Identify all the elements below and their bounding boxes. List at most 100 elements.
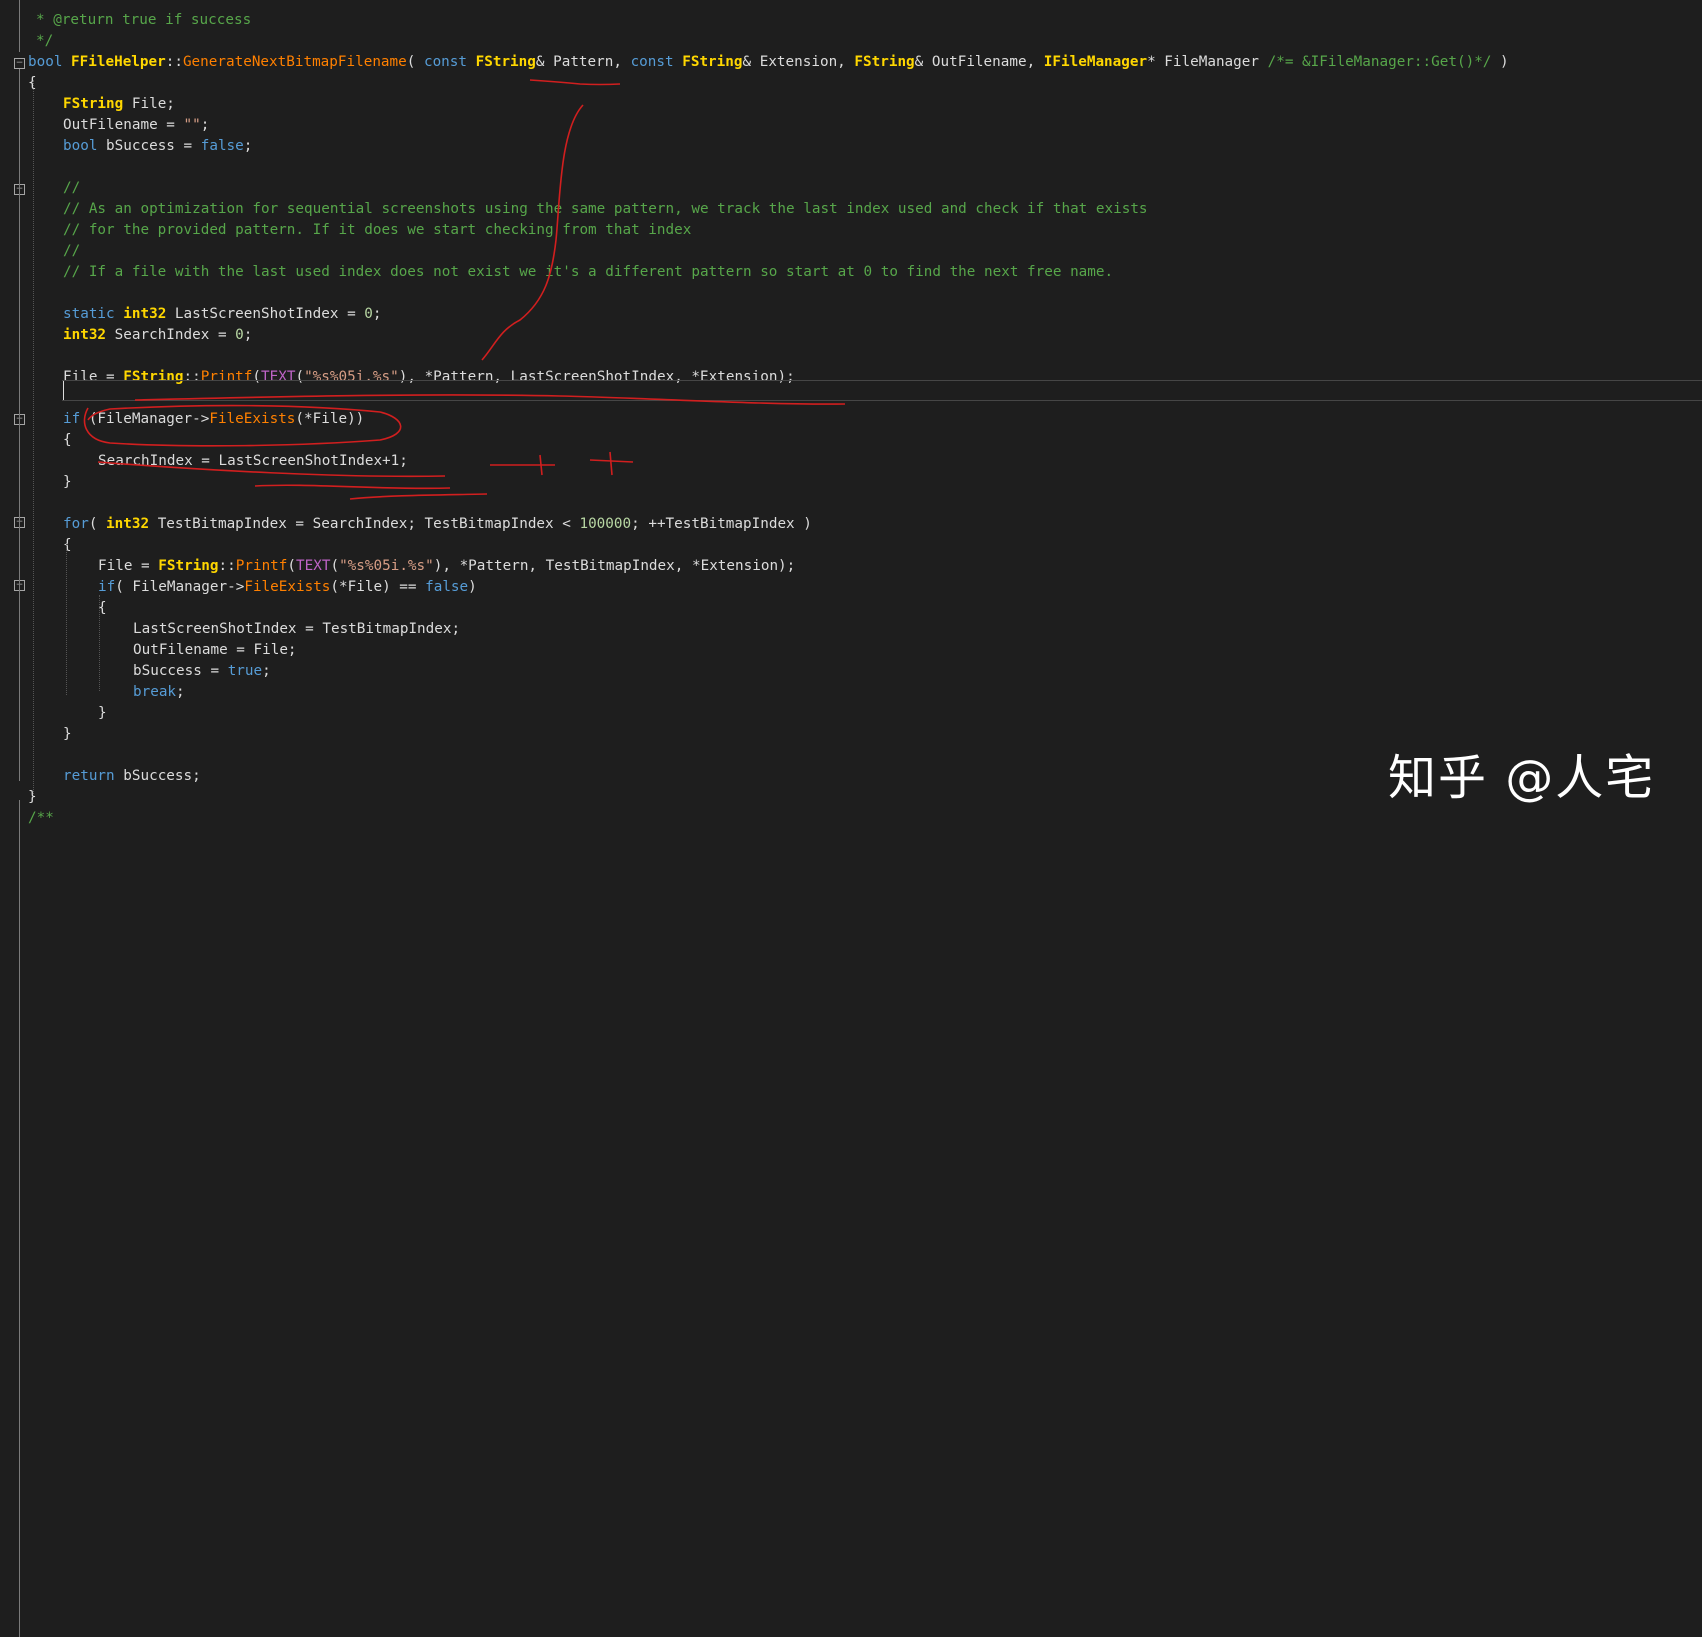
code-token: int32 bbox=[106, 516, 158, 532]
code-token: SearchIndex = bbox=[114, 327, 236, 343]
code-line[interactable]: * @return true if success bbox=[36, 10, 251, 31]
code-token: const bbox=[423, 54, 476, 70]
code-token: // If a file with the last used index do… bbox=[63, 264, 1114, 280]
code-token: IFileManager bbox=[1043, 54, 1148, 70]
code-line[interactable]: break; bbox=[133, 682, 185, 703]
code-token: false bbox=[200, 138, 244, 154]
code-token: (*File) == bbox=[330, 579, 426, 595]
code-token: if bbox=[98, 579, 116, 595]
code-line[interactable]: File = FString::Printf(TEXT("%s%05i.%s")… bbox=[63, 367, 795, 388]
code-token: ( FileManager-> bbox=[115, 579, 245, 595]
fold-gutter-line bbox=[19, 69, 20, 781]
code-token: { bbox=[63, 537, 72, 553]
code-token: true bbox=[227, 663, 263, 679]
code-line[interactable]: SearchIndex = LastScreenShotIndex+1; bbox=[98, 451, 408, 472]
code-token: // for the provided pattern. If it does … bbox=[63, 222, 692, 238]
code-token: TestBitmapIndex = SearchIndex; TestBitma… bbox=[157, 516, 580, 532]
code-editor[interactable]: * @return true if success */ bool FFileHel… bbox=[0, 0, 1702, 1637]
code-token: ; bbox=[176, 684, 185, 700]
code-line[interactable]: static int32 LastScreenShotIndex = 0; bbox=[63, 304, 382, 325]
indent-guide bbox=[99, 595, 100, 691]
indent-guide bbox=[33, 80, 34, 796]
code-line[interactable]: FString File; bbox=[63, 94, 175, 115]
code-line[interactable]: /** bbox=[28, 808, 54, 829]
code-token: for bbox=[63, 516, 89, 532]
code-line[interactable]: int32 SearchIndex = 0; bbox=[63, 325, 252, 346]
code-line[interactable]: // for the provided pattern. If it does … bbox=[63, 220, 691, 241]
code-token: OutFilename = bbox=[63, 117, 184, 133]
code-token: // bbox=[63, 243, 81, 259]
code-token: /** bbox=[28, 810, 54, 826]
code-line[interactable]: File = FString::Printf(TEXT("%s%05i.%s")… bbox=[98, 556, 795, 577]
code-token: "%s%05i.%s" bbox=[339, 558, 434, 574]
indent-guide bbox=[66, 540, 67, 695]
code-token: Printf bbox=[200, 369, 253, 385]
code-token: bSuccess = bbox=[133, 663, 228, 679]
code-line[interactable]: bSuccess = true; bbox=[133, 661, 271, 682]
code-line[interactable]: // bbox=[63, 241, 80, 262]
code-token: bool bbox=[63, 138, 107, 154]
code-token: } bbox=[63, 474, 72, 490]
code-token: ), *Pattern, LastScreenShotIndex, *Exten… bbox=[398, 369, 795, 385]
code-line[interactable]: { bbox=[63, 535, 72, 556]
code-token: ( bbox=[406, 54, 424, 70]
code-line[interactable]: // bbox=[63, 178, 80, 199]
code-line[interactable]: } bbox=[98, 703, 107, 724]
code-line[interactable]: // If a file with the last used index do… bbox=[63, 262, 1113, 283]
code-token: * FileManager bbox=[1147, 54, 1268, 70]
code-line[interactable]: bool bSuccess = false; bbox=[63, 136, 252, 157]
code-token: TEXT bbox=[296, 558, 331, 574]
fold-gutter-line bbox=[19, 0, 20, 52]
code-token: ; bbox=[372, 306, 382, 322]
watermark: 知乎 @人宅 bbox=[1388, 750, 1656, 806]
annotation-plus-1-v bbox=[539, 454, 543, 476]
code-line[interactable]: if (FileManager->FileExists(*File)) bbox=[63, 409, 364, 430]
code-token: FileExists bbox=[244, 579, 331, 595]
collapse-region-icon[interactable]: − bbox=[14, 58, 25, 69]
annotation-underline-fstring bbox=[529, 79, 621, 86]
code-line[interactable]: LastScreenShotIndex = TestBitmapIndex; bbox=[133, 619, 460, 640]
code-token: & Pattern, bbox=[535, 54, 631, 70]
code-token: // bbox=[63, 180, 81, 196]
code-token: const bbox=[630, 54, 683, 70]
code-token: FFileHelper bbox=[71, 54, 166, 70]
code-token: FileExists bbox=[209, 411, 296, 427]
code-token: ( bbox=[252, 369, 262, 385]
code-token: ) bbox=[1491, 54, 1509, 70]
code-line[interactable]: OutFilename = File; bbox=[133, 640, 297, 661]
code-token: /*= &IFileManager::Get()*/ bbox=[1267, 54, 1492, 70]
annotation-plus-2-h bbox=[589, 459, 634, 463]
code-line[interactable]: */ bbox=[36, 31, 53, 52]
code-token: bSuccess; bbox=[123, 768, 201, 784]
code-token: (*File)) bbox=[295, 411, 365, 427]
annotation-underline-searchindex-2 bbox=[254, 484, 451, 490]
code-token: GenerateNextBitmapFilename bbox=[182, 54, 407, 70]
code-token: OutFilename = File; bbox=[133, 642, 297, 658]
code-token: FString bbox=[854, 54, 915, 70]
code-line[interactable]: bool FFileHelper::GenerateNextBitmapFile… bbox=[28, 52, 1509, 73]
code-token: FString bbox=[123, 369, 184, 385]
code-token: ( bbox=[88, 516, 107, 532]
code-token: "" bbox=[183, 117, 201, 133]
code-token: File; bbox=[123, 96, 175, 112]
code-line[interactable]: // As an optimization for sequential scr… bbox=[63, 199, 1148, 220]
current-line-highlight-top bbox=[62, 380, 1702, 381]
code-line[interactable]: return bSuccess; bbox=[63, 766, 201, 787]
code-token: } bbox=[98, 705, 107, 721]
code-token: { bbox=[63, 432, 72, 448]
code-token: ; bbox=[262, 663, 271, 679]
code-token: FString bbox=[63, 96, 124, 112]
code-token: :: bbox=[165, 54, 183, 70]
code-line[interactable]: } bbox=[63, 724, 72, 745]
code-line[interactable]: } bbox=[63, 472, 72, 493]
code-line[interactable]: OutFilename = ""; bbox=[63, 115, 209, 136]
code-token: :: bbox=[183, 369, 201, 385]
code-token: if bbox=[63, 411, 89, 427]
code-line[interactable]: { bbox=[63, 430, 72, 451]
text-cursor bbox=[63, 381, 64, 400]
code-token: "%s%05i.%s" bbox=[304, 369, 399, 385]
code-token: static bbox=[63, 306, 124, 322]
code-line[interactable]: for( int32 TestBitmapIndex = SearchIndex… bbox=[63, 514, 812, 535]
code-token: * @return true if success bbox=[36, 12, 252, 28]
code-line[interactable]: if( FileManager->FileExists(*File) == fa… bbox=[98, 577, 477, 598]
